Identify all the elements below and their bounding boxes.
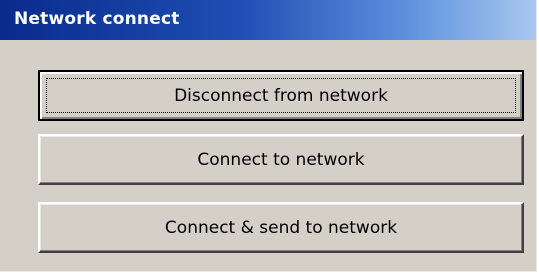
connect-send-button-label: Connect & send to network (164, 217, 398, 238)
title-bar[interactable]: Network connect (0, 0, 536, 40)
connect-to-network-button[interactable]: Connect to network (38, 134, 524, 185)
window-title: Network connect (14, 9, 180, 29)
network-connect-window: Network connect Disconnect from network … (0, 0, 537, 272)
disconnect-button-label: Disconnect from network (174, 85, 388, 106)
disconnect-from-network-button[interactable]: Disconnect from network (38, 70, 524, 121)
connect-button-label: Connect to network (197, 149, 365, 170)
connect-and-send-button[interactable]: Connect & send to network (38, 202, 524, 253)
